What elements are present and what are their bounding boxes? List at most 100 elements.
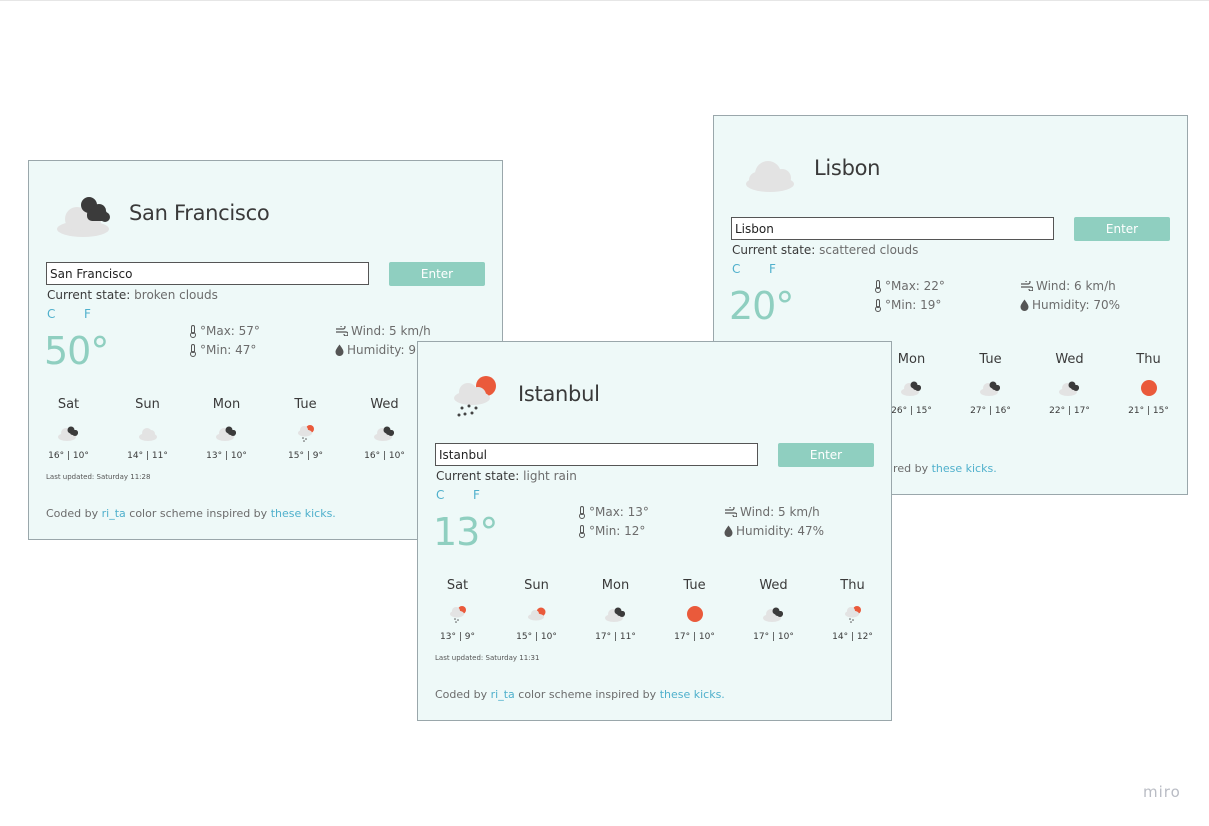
forecast-day-name: Wed	[759, 578, 788, 593]
kicks-link[interactable]: these kicks.	[932, 462, 997, 475]
city-search-input[interactable]	[435, 443, 758, 466]
forecast-day: Tue 27° | 16°	[951, 352, 1030, 416]
fahrenheit-toggle[interactable]: F	[769, 262, 776, 276]
fahrenheit-toggle[interactable]: F	[84, 307, 91, 321]
forecast-day-name: Wed	[370, 397, 399, 412]
current-state-value: scattered clouds	[819, 243, 919, 257]
humidity-value: Humidity: 70%	[1032, 298, 1121, 312]
wind-icon	[336, 326, 348, 336]
enter-button[interactable]: Enter	[389, 262, 485, 286]
current-state: Current state: light rain	[436, 469, 577, 483]
forecast-temp: 14° | 11°	[127, 451, 168, 461]
forecast-temp: 16° | 10°	[364, 451, 405, 461]
broken-clouds-icon	[900, 381, 921, 396]
min-temp: °Min: 47°	[189, 343, 256, 357]
max-temp-value: °Max: 13°	[589, 505, 649, 519]
forecast-day-name: Tue	[683, 578, 706, 593]
current-state: Current state: broken clouds	[47, 288, 218, 302]
enter-button[interactable]: Enter	[1074, 217, 1170, 241]
light-rain-icon	[454, 376, 496, 417]
forecast-temp: 15° | 10°	[516, 632, 557, 642]
max-temp: °Max: 22°	[874, 279, 945, 293]
current-temperature: 20°	[729, 284, 794, 328]
forecast-day-name: Tue	[979, 352, 1002, 367]
thermometer-icon	[579, 505, 585, 519]
min-temp: °Min: 12°	[578, 524, 645, 538]
broken-clouds-icon	[762, 607, 783, 622]
forecast-day-name: Wed	[1055, 352, 1084, 367]
max-temp: °Max: 13°	[578, 505, 649, 519]
celsius-toggle[interactable]: C	[47, 307, 55, 321]
rain-icon	[297, 425, 314, 442]
forecast-day: Thu 21° | 15°	[1109, 352, 1187, 416]
footer-coded-by: Coded by	[435, 688, 488, 701]
thermometer-icon	[875, 279, 881, 293]
top-divider	[0, 0, 1209, 1]
last-updated: Last updated: Saturday 11:28	[46, 473, 151, 481]
forecast-day-name: Thu	[840, 578, 865, 593]
forecast: Sat 13° | 9° Sun 15° | 10° Mon 17° | 11°…	[418, 578, 891, 663]
scattered-clouds-icon	[746, 161, 794, 192]
humidity-value: Humidity: 47%	[736, 524, 825, 538]
forecast-day-name: Tue	[294, 397, 317, 412]
miro-watermark: miro	[1143, 783, 1181, 801]
rain-icon	[449, 606, 466, 623]
last-updated: Last updated: Saturday 11:31	[435, 654, 540, 662]
celsius-toggle[interactable]: C	[436, 488, 444, 502]
forecast-day: Sat 13° | 9°	[418, 578, 497, 642]
footer-credit: ired by these kicks.	[890, 462, 997, 475]
footer-inspired-partial: ired by	[890, 462, 929, 475]
broken-clouds-icon	[57, 197, 110, 237]
fahrenheit-toggle[interactable]: F	[473, 488, 480, 502]
author-link[interactable]: ri_ta	[491, 688, 515, 701]
thermometer-icon	[190, 343, 196, 357]
humidity: Humidity: 70%	[1020, 298, 1120, 312]
current-state-label: Current state:	[732, 243, 816, 257]
forecast-temp: 21° | 15°	[1128, 406, 1169, 416]
forecast-day: Wed 17° | 10°	[734, 578, 813, 642]
forecast-day-name: Sun	[524, 578, 549, 593]
wind-icon	[725, 507, 737, 517]
max-temp-value: °Max: 57°	[200, 324, 260, 338]
few-clouds-icon	[138, 428, 157, 441]
forecast-temp: 27° | 16°	[970, 406, 1011, 416]
forecast-temp: 13° | 9°	[440, 632, 475, 642]
forecast-day: Tue 15° | 9°	[266, 397, 345, 461]
current-temperature: 50°	[44, 329, 109, 373]
max-temp: °Max: 57°	[189, 324, 260, 338]
clear-sky-icon	[686, 606, 703, 622]
city-search-input[interactable]	[46, 262, 369, 285]
city-search-input[interactable]	[731, 217, 1054, 240]
wind: Wind: 6 km/h	[1020, 279, 1116, 293]
droplet-icon	[335, 344, 344, 356]
footer-inspired: color scheme inspired by	[518, 688, 657, 701]
celsius-toggle[interactable]: C	[732, 262, 740, 276]
kicks-link[interactable]: these kicks.	[271, 507, 336, 520]
current-temperature: 13°	[433, 510, 498, 554]
footer-credit: Coded by ri_ta color scheme inspired by …	[46, 507, 336, 520]
enter-button[interactable]: Enter	[778, 443, 874, 467]
kicks-link[interactable]: these kicks.	[660, 688, 725, 701]
forecast-day: Sun 14° | 11°	[108, 397, 187, 461]
author-link[interactable]: ri_ta	[102, 507, 126, 520]
thermometer-icon	[579, 524, 585, 538]
broken-clouds-icon	[57, 426, 78, 441]
clear-sky-icon	[1140, 380, 1157, 396]
city-name: Lisbon	[814, 156, 881, 180]
footer-coded-by: Coded by	[46, 507, 99, 520]
forecast-temp: 15° | 9°	[288, 451, 323, 461]
min-temp-value: °Min: 12°	[589, 524, 646, 538]
footer-inspired: color scheme inspired by	[129, 507, 268, 520]
forecast-day-name: Sun	[135, 397, 160, 412]
forecast-temp: 13° | 10°	[206, 451, 247, 461]
droplet-icon	[724, 525, 733, 537]
city-name: San Francisco	[129, 201, 270, 225]
few-clouds-sun-icon	[527, 607, 545, 621]
forecast-day: Mon 17° | 11°	[576, 578, 655, 642]
wind: Wind: 5 km/h	[335, 324, 431, 338]
current-state: Current state: scattered clouds	[732, 243, 918, 257]
min-temp: °Min: 19°	[874, 298, 941, 312]
forecast-day: Wed 22° | 17°	[1030, 352, 1109, 416]
wind: Wind: 5 km/h	[724, 505, 820, 519]
forecast-day-name: Mon	[212, 397, 241, 412]
